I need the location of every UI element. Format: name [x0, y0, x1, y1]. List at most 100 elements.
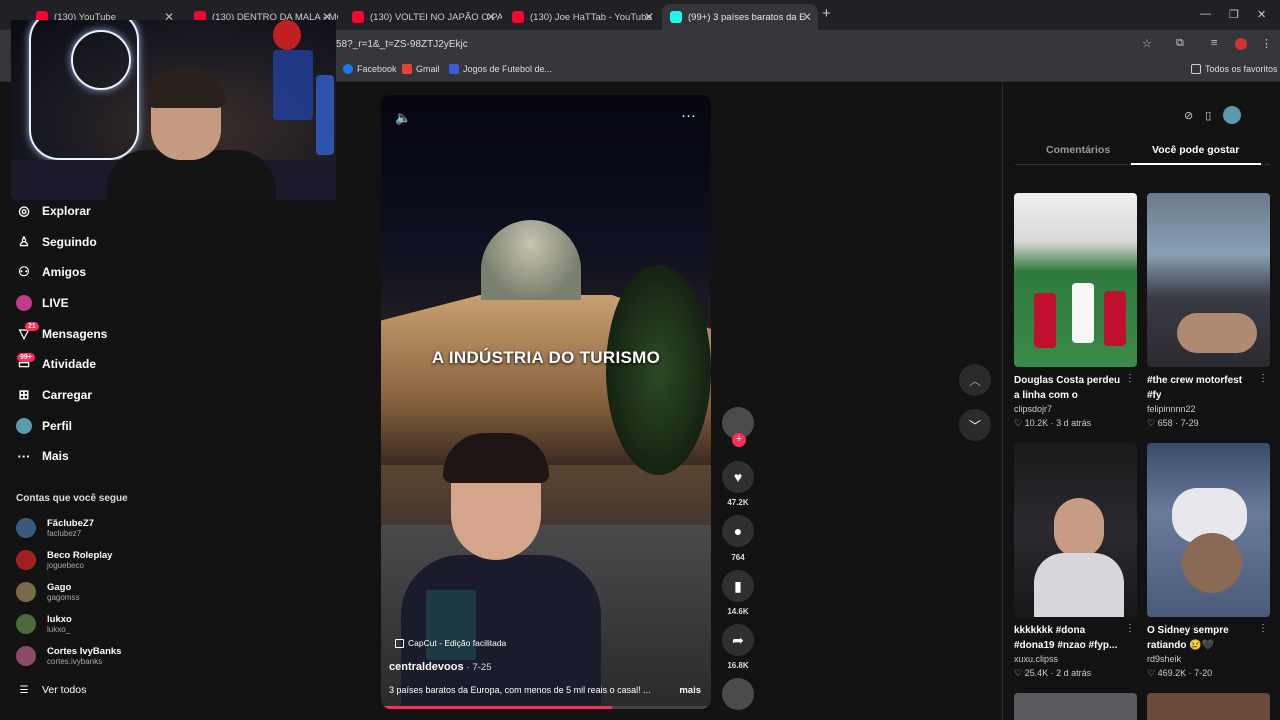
following-account[interactable]: lukxo lukxo_	[16, 614, 72, 634]
phone-icon[interactable]: ▯	[1205, 109, 1211, 124]
menu-icon[interactable]: ⋮	[1261, 37, 1272, 50]
suggested-video-card[interactable]: kkkkkkk #dona #dona19 #nzao #fyp... xuxu…	[1014, 443, 1137, 679]
account-handle: joguebeco	[47, 561, 84, 570]
comment-count: 764	[731, 553, 745, 562]
sidebar-item-label: Carregar	[42, 388, 93, 402]
sound-avatar[interactable]	[722, 678, 754, 710]
video-thumbnail	[1147, 443, 1270, 617]
neon-light	[71, 30, 131, 90]
active-tab-indicator	[1131, 163, 1261, 165]
close-icon[interactable]: ✕	[802, 10, 812, 24]
sidebar-item-label: Explorar	[42, 204, 91, 218]
avatar	[16, 418, 32, 434]
suggested-video-card[interactable]: #the crew motorfest #fy felipinnnn22 ♡ 6…	[1147, 193, 1270, 429]
sidebar-item-mais[interactable]: ··· Mais	[16, 448, 69, 464]
avatar[interactable]	[1223, 106, 1242, 124]
more-options-icon[interactable]: ···	[681, 107, 696, 124]
volume-icon[interactable]: 🔈	[395, 110, 411, 126]
sidebar-item-carregar[interactable]: ⊞ Carregar	[16, 387, 92, 403]
previous-video-button[interactable]: ︿	[959, 364, 991, 396]
bookmark-label: Jogos de Futebol de...	[463, 64, 553, 74]
url-field[interactable]: 58?_r=1&_t=ZS-98ZTJ2yEkjc	[336, 39, 468, 50]
close-icon[interactable]: ✕	[644, 10, 654, 24]
following-account[interactable]: FãclubeZ7 faclubez7	[16, 518, 94, 538]
more-options-icon[interactable]: ⋮	[1258, 373, 1268, 384]
card-user: rd9sheik	[1147, 654, 1182, 664]
following-account[interactable]: Cortes IvyBanks cortes.ivybanks	[16, 646, 121, 666]
video-thumbnail	[1014, 443, 1137, 617]
see-all-link[interactable]: ☰ Ver todos	[16, 682, 87, 698]
card-title: O Sidney sempre ratiando 😢🖤	[1147, 625, 1229, 651]
panel-tabs: Comentários Você pode gostar	[1015, 140, 1270, 165]
profile-avatar[interactable]	[1235, 38, 1247, 50]
video-progress-fill	[381, 706, 612, 709]
see-more-button[interactable]: mais	[679, 685, 701, 696]
tab-comments[interactable]: Comentários	[1046, 144, 1110, 156]
video-player[interactable]: A INDÚSTRIA DO TURISMO 🔈 ··· CapCut - Ed…	[381, 95, 711, 709]
maximize-button[interactable]: ❐	[1229, 8, 1239, 21]
like-button[interactable]: ♥	[722, 461, 754, 493]
like-count: 47.2K	[727, 498, 749, 507]
browser-tab-joe-hattab[interactable]: (130) Joe HaTTab - YouTube ✕	[504, 4, 660, 30]
close-window-button[interactable]: ✕	[1257, 8, 1266, 21]
video-caption-overlay: A INDÚSTRIA DO TURISMO	[431, 348, 661, 367]
share-button[interactable]: ➦	[722, 624, 754, 656]
browser-tab-tiktok[interactable]: (99+) 3 países baratos da E ✕	[662, 4, 818, 30]
video-progress-bar[interactable]	[381, 706, 711, 709]
media-icon[interactable]: ≡	[1211, 37, 1217, 49]
browser-tab-voltei-no-japao[interactable]: (130) VOLTEI NO JAPÃO O PAÍS ✕	[344, 4, 502, 30]
list-icon: ☰	[19, 684, 29, 696]
bookmark-icon: ▮	[734, 577, 742, 594]
comment-button[interactable]: ●	[722, 515, 754, 547]
more-icon: ···	[17, 448, 31, 464]
video-frame-tree	[606, 265, 711, 475]
tab-title: (130) VOLTEI NO JAPÃO O PAÍS	[370, 11, 502, 23]
sidebar-item-label: Amigos	[42, 265, 87, 279]
bookmark-jogos[interactable]: Jogos de Futebol de...	[449, 64, 552, 74]
compass-icon[interactable]: ⊘	[1184, 109, 1193, 124]
sidebar-item-label: Atividade	[42, 357, 97, 371]
bookmark-all-favorites[interactable]: Todos os favoritos	[1191, 64, 1278, 74]
save-button[interactable]: ▮	[722, 570, 754, 602]
facebook-icon	[343, 64, 353, 74]
star-icon[interactable]: ☆	[1142, 37, 1152, 50]
comment-icon: ●	[733, 523, 743, 539]
minimize-button[interactable]: —	[1200, 8, 1211, 20]
tab-suggested[interactable]: Você pode gostar	[1152, 144, 1239, 156]
sidebar-item-amigos[interactable]: ⚇ Amigos	[16, 264, 86, 280]
new-tab-button[interactable]: +	[822, 5, 831, 22]
close-icon[interactable]: ✕	[486, 10, 496, 24]
extensions-icon[interactable]: ⧉	[1176, 37, 1184, 50]
folder-icon	[1191, 64, 1201, 74]
video-thumbnail[interactable]	[1147, 693, 1270, 720]
sidebar-item-live[interactable]: LIVE	[16, 295, 69, 311]
suggested-video-card[interactable]: Douglas Costa perdeu a linha com o Junin…	[1014, 193, 1137, 429]
following-account[interactable]: Beco Roleplay joguebeco	[16, 550, 112, 570]
more-options-icon[interactable]: ⋮	[1258, 623, 1268, 634]
account-name: FãclubeZ7	[47, 518, 94, 529]
video-author[interactable]: centraldevoos · 7-25	[389, 661, 491, 673]
following-account[interactable]: Gago gagomss	[16, 582, 79, 602]
bookmark-gmail[interactable]: Gmail	[402, 64, 440, 74]
more-options-icon[interactable]: ⋮	[1125, 373, 1135, 384]
chevron-down-icon: ﹀	[968, 418, 981, 433]
capcut-link[interactable]: CapCut - Edição facilitada	[395, 638, 506, 648]
avatar	[16, 550, 36, 570]
follow-plus-icon[interactable]: +	[732, 433, 746, 447]
bookmark-facebook[interactable]: Facebook	[343, 64, 397, 74]
sidebar-item-label: LIVE	[42, 296, 69, 310]
video-thumbnail[interactable]	[1014, 693, 1137, 720]
suggested-video-card[interactable]: O Sidney sempre ratiando 😢🖤 rd9sheik ♡ 4…	[1147, 443, 1270, 679]
sidebar-item-explorar[interactable]: ◎ Explorar	[16, 203, 91, 219]
gmail-icon	[402, 64, 412, 74]
card-title: #the crew motorfest #fy	[1147, 375, 1243, 401]
sidebar-item-perfil[interactable]: Perfil	[16, 418, 72, 434]
account-handle: cortes.ivybanks	[47, 657, 103, 666]
more-options-icon[interactable]: ⋮	[1125, 623, 1135, 634]
sidebar-item-seguindo[interactable]: ♙ Seguindo	[16, 234, 97, 250]
account-handle: lukxo_	[47, 625, 71, 634]
account-name: Beco Roleplay	[47, 550, 113, 561]
chevron-up-icon: ︿	[968, 373, 981, 388]
video-frame-dome	[481, 220, 581, 300]
next-video-button[interactable]: ﹀	[959, 409, 991, 441]
